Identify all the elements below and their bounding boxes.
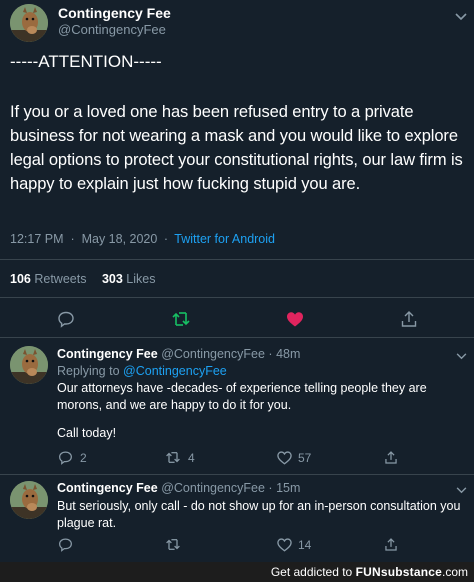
- header-separator: ·: [268, 481, 273, 495]
- reply-header: Contingency Fee @ContingencyFee · 48m: [57, 347, 300, 361]
- reply-icon[interactable]: [57, 310, 75, 328]
- meta-separator-2: ·: [163, 232, 168, 246]
- retweet-icon[interactable]: [165, 537, 181, 552]
- handle[interactable]: @ContingencyFee: [161, 481, 265, 495]
- reply-text-2: Call today!: [57, 426, 117, 440]
- reply-icon[interactable]: [58, 537, 73, 552]
- like-icon[interactable]: [286, 311, 304, 328]
- horse-avatar-image: [10, 481, 48, 519]
- reply-count: 2: [80, 451, 87, 465]
- display-name[interactable]: Contingency Fee: [57, 347, 158, 361]
- tweet-source[interactable]: Twitter for Android: [174, 232, 275, 246]
- engagement-stats: 106 Retweets 303 Likes: [10, 272, 155, 286]
- tweet-meta: 12:17 PM · May 18, 2020 · Twitter for An…: [10, 232, 275, 246]
- display-name[interactable]: Contingency Fee: [57, 481, 158, 495]
- display-name[interactable]: Contingency Fee: [58, 5, 171, 21]
- like-count: 14: [298, 538, 312, 552]
- tweet-time[interactable]: 12:17 PM: [10, 232, 64, 246]
- reply-text: But seriously, only call - do not show u…: [57, 499, 461, 530]
- reply-text: Our attorneys have -decades- of experien…: [57, 381, 427, 412]
- tweet-date[interactable]: May 18, 2020: [82, 232, 158, 246]
- likes-count: 303: [101, 272, 123, 286]
- retweets-label: Retweets: [34, 272, 87, 286]
- likes-label: Likes: [126, 272, 156, 286]
- retweets-stat[interactable]: 106 Retweets: [10, 272, 90, 286]
- avatar[interactable]: [10, 4, 48, 42]
- chevron-down-icon[interactable]: [456, 487, 467, 494]
- tweet-age[interactable]: 15m: [276, 481, 300, 495]
- share-icon[interactable]: [400, 310, 418, 328]
- horse-avatar-image: [10, 4, 48, 42]
- like-count: 57: [298, 451, 312, 465]
- tweet-age[interactable]: 48m: [276, 347, 300, 361]
- share-icon[interactable]: [384, 450, 398, 465]
- share-icon[interactable]: [384, 537, 398, 552]
- chevron-down-icon[interactable]: [456, 353, 467, 360]
- header-separator: ·: [268, 347, 273, 361]
- reply-icon[interactable]: [58, 450, 73, 465]
- tweet-body: If you or a loved one has been refused e…: [10, 103, 463, 193]
- watermark-brand: FUNsubstance: [355, 565, 442, 579]
- divider: [0, 474, 474, 475]
- handle[interactable]: @ContingencyFee: [58, 22, 166, 37]
- replying-prefix: Replying to: [57, 364, 120, 378]
- retweet-icon[interactable]: [171, 310, 191, 328]
- handle[interactable]: @ContingencyFee: [161, 347, 265, 361]
- like-icon[interactable]: [277, 451, 292, 465]
- divider: [0, 337, 474, 338]
- watermark-bar: Get addicted to FUNsubstance.com: [0, 562, 474, 582]
- like-icon[interactable]: [277, 538, 292, 552]
- likes-stat[interactable]: 303 Likes: [102, 272, 156, 286]
- watermark-prefix: Get addicted to: [270, 565, 353, 579]
- meta-separator: ·: [67, 232, 79, 246]
- replying-to-line: Replying to @ContingencyFee: [57, 364, 227, 378]
- divider: [0, 297, 474, 298]
- attention-line: -----ATTENTION-----: [10, 52, 162, 71]
- divider: [0, 259, 474, 260]
- retweet-icon[interactable]: [165, 450, 181, 465]
- horse-avatar-image: [10, 346, 48, 384]
- replying-to-handle[interactable]: @ContingencyFee: [123, 364, 227, 378]
- reply-header: Contingency Fee @ContingencyFee · 15m: [57, 481, 300, 495]
- retweet-count: 4: [188, 451, 195, 465]
- retweets-count: 106: [10, 272, 31, 286]
- avatar[interactable]: [10, 481, 48, 519]
- watermark-suffix: .com: [441, 565, 468, 579]
- chevron-down-icon[interactable]: [455, 13, 467, 21]
- avatar[interactable]: [10, 346, 48, 384]
- watermark-text: Get addicted to FUNsubstance.com: [271, 565, 468, 579]
